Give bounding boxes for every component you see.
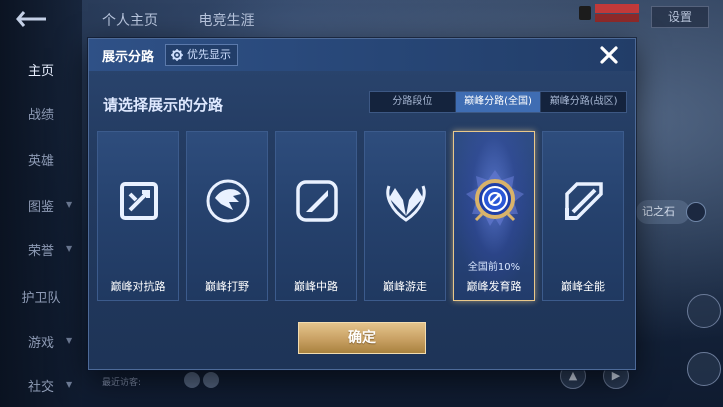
route-display-modal: 展示分路 优先显示 请选择展示的分路 分路段位 巅峰分路(全国) 巅峰分路(战区…: [88, 38, 636, 370]
route-card-jungle[interactable]: 巅峰打野: [186, 131, 268, 301]
dock-button-2[interactable]: [687, 352, 721, 386]
modal-header: 展示分路 优先显示: [89, 39, 635, 71]
route-card-farm-lane[interactable]: 全国前10% 巅峰发育路: [453, 131, 535, 301]
back-button[interactable]: [16, 8, 56, 30]
tab-esports[interactable]: 电竞生涯: [198, 13, 254, 29]
priority-label: 优先显示: [187, 48, 231, 61]
recent-visitors: 最近访客:: [102, 378, 142, 388]
chevron-down-icon: ▼: [66, 244, 73, 253]
dock-button-1[interactable]: [687, 294, 721, 328]
slash-icon: [296, 180, 338, 222]
nav-item-home[interactable]: 主页: [0, 60, 82, 79]
route-card-roam[interactable]: 巅峰游走: [364, 131, 446, 301]
chevron-down-icon: ▼: [66, 336, 73, 345]
tab-route-rank[interactable]: 分路段位: [370, 92, 456, 112]
confirm-button[interactable]: 确定: [298, 322, 426, 354]
settings-button[interactable]: 设置: [651, 6, 709, 28]
speaker-icon: [579, 6, 591, 20]
card-label: 巅峰游走: [383, 280, 427, 293]
top-tabs: 个人主页 电竞生涯: [102, 10, 290, 30]
tab-peak-national[interactable]: 巅峰分路(全国): [455, 92, 542, 112]
card-label: 巅峰中路: [294, 280, 338, 293]
gear-icon: [171, 49, 183, 61]
tab-profile[interactable]: 个人主页: [102, 13, 158, 29]
route-card-clash-lane[interactable]: 巅峰对抗路: [97, 131, 179, 301]
side-pill[interactable]: 记之石: [636, 200, 690, 224]
sword-shield-icon: [120, 182, 158, 220]
card-label: 巅峰发育路: [466, 280, 522, 293]
priority-display-button[interactable]: 优先显示: [165, 44, 238, 66]
chevron-down-icon: ▼: [66, 380, 73, 389]
close-icon: [600, 46, 618, 64]
target-emblem-icon: [466, 170, 524, 226]
chevron-down-icon: ▼: [66, 200, 73, 209]
route-card-all-round[interactable]: 巅峰全能: [542, 131, 624, 301]
card-label: 巅峰对抗路: [110, 280, 166, 293]
national-rank-text: 全国前10%: [467, 262, 521, 273]
nav-item-heroes[interactable]: 英雄: [0, 150, 82, 169]
notification-badge[interactable]: [579, 4, 639, 22]
tab-peak-region[interactable]: 巅峰分路(战区): [541, 92, 626, 112]
card-label: 巅峰打野: [205, 280, 249, 293]
nav-item-records[interactable]: 战绩: [0, 104, 82, 123]
back-arrow-icon: [16, 11, 46, 27]
route-card-mid-lane[interactable]: 巅峰中路: [275, 131, 357, 301]
right-dock: [683, 290, 723, 407]
nav-item-guard[interactable]: 护卫队: [0, 287, 82, 306]
stone-icon[interactable]: [686, 202, 706, 222]
close-button[interactable]: [595, 41, 623, 69]
wings-icon: [386, 185, 426, 222]
modal-title: 展示分路: [102, 50, 155, 65]
crossed-blades-icon: [565, 182, 603, 220]
visitor-avatar[interactable]: [184, 372, 200, 388]
card-label: 巅峰全能: [561, 280, 605, 293]
dragon-icon: [206, 179, 250, 223]
visitor-avatar[interactable]: [203, 372, 219, 388]
select-route-prompt: 请选择展示的分路: [103, 96, 224, 114]
route-type-tabs: 分路段位 巅峰分路(全国) 巅峰分路(战区): [369, 91, 627, 113]
left-nav: 主页 战绩 英雄 图鉴 ▼ 荣誉 ▼ 护卫队 游戏 ▼ 社交 ▼: [0, 0, 82, 407]
